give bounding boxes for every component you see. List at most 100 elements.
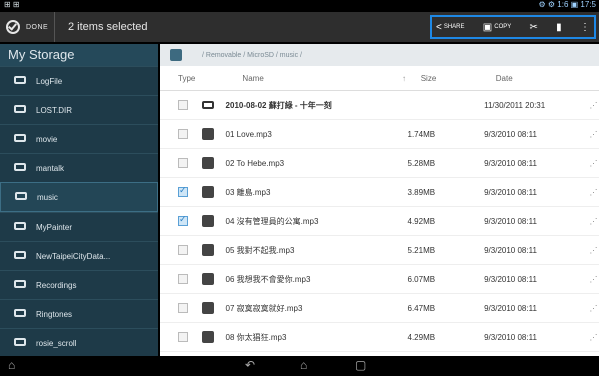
back-icon[interactable]: ↶ [245, 358, 255, 372]
sidebar-item-recordings[interactable]: Recordings [0, 270, 158, 299]
sidebar-item-label: Ringtones [36, 309, 73, 319]
row-date: 9/3/2010 08:11 [484, 187, 537, 197]
file-list-panel: / Removable / MicroSD / music / Type Nam… [160, 44, 599, 356]
row-name: 08 你太猖狂.mp3 [225, 332, 287, 342]
row-more-icon[interactable]: ⋰ [589, 304, 599, 313]
up-folder-icon[interactable] [170, 49, 182, 61]
row-type [160, 157, 216, 169]
share-icon: < [436, 21, 442, 33]
sidebar-item-label: MyPainter [36, 222, 73, 232]
sidebar-item-label: rosie_scroll [36, 338, 77, 348]
sidebar-item-lost-dir[interactable]: LOST.DIR [0, 95, 158, 124]
home-button-icon[interactable]: ⌂ [300, 358, 307, 372]
row-size: 5.28MB [407, 158, 436, 168]
home-icon[interactable]: ⌂ [8, 358, 15, 372]
row-more-icon[interactable]: ⋰ [589, 246, 599, 255]
done-label: DONE [26, 23, 49, 31]
sidebar-item-logfile[interactable]: LogFile [0, 66, 158, 95]
row-checkbox[interactable] [178, 274, 188, 284]
row-more-icon[interactable]: ⋰ [589, 101, 599, 110]
sidebar-item-newtaipei[interactable]: NewTaipeiCityData... [0, 241, 158, 270]
folder-open-icon [15, 192, 27, 200]
row-type [160, 302, 216, 314]
music-file-icon [202, 331, 214, 343]
row-name: 04 沒有管理員的公寓.mp3 [225, 216, 319, 226]
table-row[interactable]: 08 你太猖狂.mp3 4.29MB 9/3/2010 08:11 ⋰ [160, 323, 599, 352]
music-file-icon [202, 186, 214, 198]
share-label: SHARE [443, 24, 465, 30]
sidebar-item-movie[interactable]: movie [0, 124, 158, 153]
row-name: 05 我對不起我.mp3 [225, 245, 295, 255]
more-button[interactable]: ⋮ [580, 22, 590, 33]
grid-icon: ⋮ [579, 21, 590, 33]
row-date: 9/3/2010 08:11 [484, 245, 537, 255]
row-checkbox[interactable] [178, 214, 188, 226]
copy-button[interactable]: ▣ COPY [483, 22, 511, 33]
sidebar-item-label: NewTaipeiCityData... [36, 251, 111, 261]
row-more-icon[interactable]: ⋰ [589, 159, 599, 168]
share-button[interactable]: < SHARE [436, 22, 465, 33]
sidebar-item-music[interactable]: music [0, 182, 158, 212]
sort-arrow-icon[interactable]: ↑ [402, 74, 421, 83]
delete-button[interactable]: ▮ [556, 22, 562, 33]
row-name: 06 我想我不會愛你.mp3 [225, 274, 311, 284]
table-row[interactable]: 06 我想我不會愛你.mp3 6.07MB 9/3/2010 08:11 ⋰ [160, 265, 599, 294]
row-checkbox[interactable] [178, 245, 188, 255]
row-size: 5.21MB [407, 245, 436, 255]
row-more-icon[interactable]: ⋰ [589, 333, 599, 342]
row-date: 9/3/2010 08:11 [484, 129, 537, 139]
row-checkbox[interactable] [178, 185, 188, 197]
status-left: ⊞ ⊞ [4, 0, 20, 9]
row-more-icon[interactable]: ⋰ [589, 275, 599, 284]
sidebar-item-ringtones[interactable]: Ringtones [0, 299, 158, 328]
done-button[interactable]: DONE [0, 12, 56, 42]
folder-icon [14, 338, 26, 346]
table-row[interactable]: 01 Love.mp3 1.74MB 9/3/2010 08:11 ⋰ [160, 120, 599, 149]
row-more-icon[interactable]: ⋰ [589, 130, 599, 139]
row-checkbox[interactable] [178, 100, 188, 110]
header-name[interactable]: Name [232, 74, 402, 83]
row-type [160, 185, 216, 198]
selected-count: 2 items selected [68, 21, 148, 33]
table-row[interactable]: 2010-08-02 蘇打綠 - 十年一刻 11/30/2011 20:31 ⋰ [160, 91, 599, 120]
music-file-icon [202, 302, 214, 314]
check-circle-icon [6, 20, 20, 34]
table-row[interactable]: 02 To Hebe.mp3 5.28MB 9/3/2010 08:11 ⋰ [160, 149, 599, 178]
cut-button[interactable]: ✂ [530, 22, 538, 33]
breadcrumb-bar: / Removable / MicroSD / music / [160, 44, 599, 66]
row-type [160, 331, 216, 343]
breadcrumb[interactable]: / Removable / MicroSD / music / [202, 52, 302, 59]
row-size: 4.92MB [407, 216, 436, 226]
row-checkbox[interactable] [178, 303, 188, 313]
table-row[interactable]: 07 寂寞寂寞就好.mp3 6.47MB 9/3/2010 08:11 ⋰ [160, 294, 599, 323]
recent-apps-icon[interactable]: ▢ [355, 358, 366, 372]
row-name: 01 Love.mp3 [225, 129, 272, 139]
table-row[interactable]: 03 離島.mp3 3.89MB 9/3/2010 08:11 ⋰ [160, 178, 599, 207]
music-file-icon [202, 157, 214, 169]
trash-icon: ▮ [556, 21, 562, 33]
sidebar-item-rosie-scroll[interactable]: rosie_scroll [0, 328, 158, 357]
row-checkbox[interactable] [178, 158, 188, 168]
row-name: 02 To Hebe.mp3 [225, 158, 285, 168]
music-file-icon [202, 244, 214, 256]
table-row[interactable]: 04 沒有管理員的公寓.mp3 4.92MB 9/3/2010 08:11 ⋰ [160, 207, 599, 236]
folder-icon [14, 134, 26, 142]
row-more-icon[interactable]: ⋰ [589, 217, 599, 226]
folder-icon [14, 222, 26, 230]
sidebar-item-mantalk[interactable]: mantalk [0, 153, 158, 182]
header-size[interactable]: Size [421, 74, 496, 83]
file-rows: 2010-08-02 蘇打綠 - 十年一刻 11/30/2011 20:31 ⋰ 01… [160, 91, 599, 352]
selection-actions: < SHARE ▣ COPY ✂ ▮ ⋮ [430, 15, 596, 39]
header-date[interactable]: Date [496, 74, 599, 83]
row-more-icon[interactable]: ⋰ [589, 188, 599, 197]
row-checkbox[interactable] [178, 332, 188, 342]
table-row[interactable]: 05 我對不起我.mp3 5.21MB 9/3/2010 08:11 ⋰ [160, 236, 599, 265]
row-checkbox[interactable] [178, 129, 188, 139]
music-file-icon [202, 273, 214, 285]
header-type[interactable]: Type [160, 74, 232, 83]
row-name: 03 離島.mp3 [225, 187, 271, 197]
sidebar-item-mypainter[interactable]: MyPainter [0, 212, 158, 241]
row-date: 9/3/2010 08:11 [484, 274, 537, 284]
folder-icon [14, 105, 26, 113]
music-file-icon [202, 128, 214, 140]
